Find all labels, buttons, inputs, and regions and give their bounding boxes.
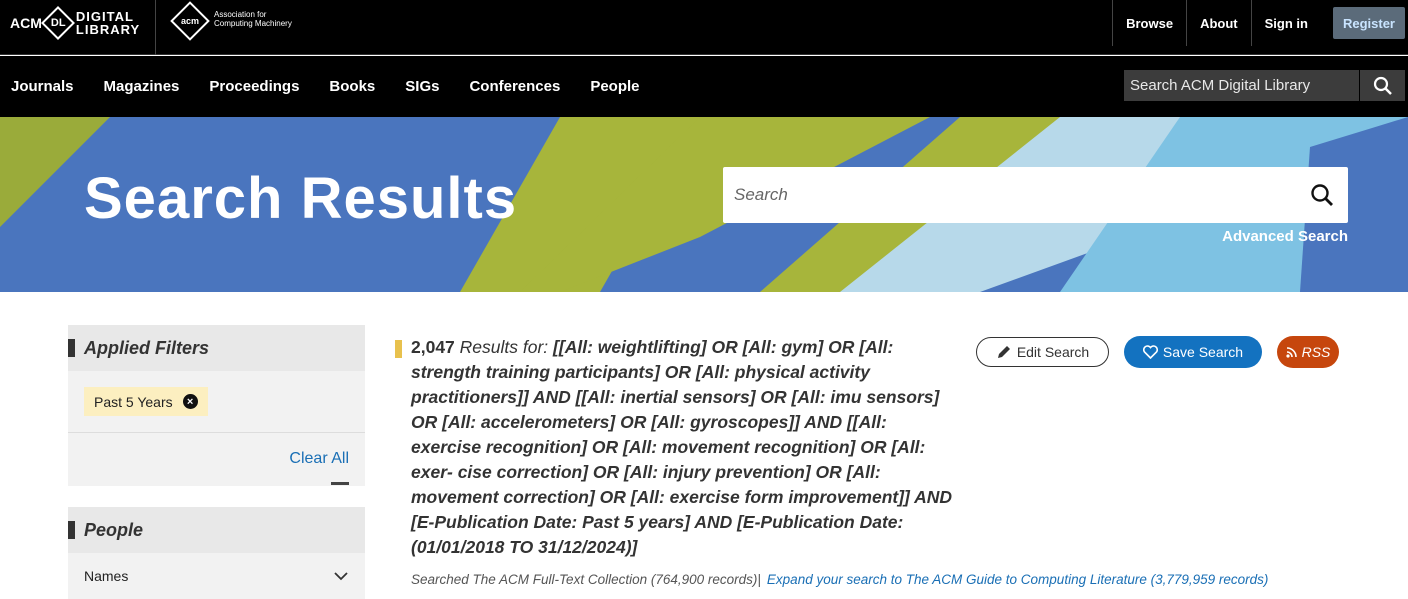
browse-link[interactable]: Browse [1112, 0, 1186, 46]
dl-diamond-icon: DL [40, 6, 75, 40]
top-nav: Browse About Sign in Register [1112, 0, 1408, 46]
nav-search-input[interactable]: Search ACM Digital Library [1124, 70, 1359, 101]
applied-filters-header: Applied Filters [68, 325, 365, 371]
close-icon[interactable]: × [182, 394, 198, 409]
expand-search-link[interactable]: Expand your search to The ACM Guide to C… [767, 572, 1269, 587]
search-banner: Search Results Search Advanced Search [0, 117, 1408, 292]
result-count: 2,047 [411, 337, 455, 357]
clear-all-link[interactable]: Clear All [289, 450, 349, 468]
applied-filters-panel: Applied Filters Past 5 Years × Clear All [68, 325, 365, 486]
search-icon [1373, 76, 1392, 95]
pencil-icon [996, 344, 1012, 360]
acm-diamond-icon: acm [170, 1, 210, 41]
collapse-handle[interactable] [331, 482, 349, 485]
main-nav: Journals Magazines Proceedings Books SIG… [0, 56, 1408, 117]
main-nav-links: Journals Magazines Proceedings Books SIG… [11, 56, 670, 117]
nav-sigs[interactable]: SIGs [405, 78, 439, 95]
rss-icon [1285, 346, 1297, 358]
searched-text: Searched The ACM Full-Text Collection (7… [411, 572, 761, 587]
divider [68, 432, 365, 433]
rss-button[interactable]: RSS [1277, 336, 1339, 368]
search-query: [[All: weightlifting] OR [All: gym] OR [… [411, 337, 952, 557]
names-facet[interactable]: Names [68, 553, 365, 599]
heart-icon [1142, 345, 1158, 359]
edit-search-label: Edit Search [1016, 344, 1090, 360]
results-for-label: Results for: [459, 337, 549, 357]
names-label: Names [84, 568, 129, 584]
applied-filters-title: Applied Filters [84, 337, 210, 358]
save-search-button[interactable]: Save Search [1124, 336, 1262, 368]
header-bar [68, 339, 75, 357]
logo-words: DIGITAL LIBRARY [76, 10, 140, 36]
nav-people[interactable]: People [590, 78, 639, 95]
signin-link[interactable]: Sign in [1250, 0, 1321, 46]
banner-search-input[interactable]: Search [723, 185, 1296, 205]
nav-books[interactable]: Books [329, 78, 375, 95]
result-marker [395, 340, 402, 358]
logo-dl-text: DL [50, 16, 66, 29]
nav-conferences[interactable]: Conferences [469, 78, 560, 95]
searched-collection: Searched The ACM Full-Text Collection (7… [411, 572, 1268, 587]
save-search-label: Save Search [1162, 344, 1244, 360]
people-title: People [84, 519, 144, 540]
banner-search[interactable]: Search [723, 167, 1348, 223]
people-header: People [68, 507, 365, 553]
page-title: Search Results [84, 166, 518, 231]
nav-search: Search ACM Digital Library [1124, 70, 1405, 101]
people-panel: People Names [68, 507, 365, 599]
chevron-down-icon [334, 572, 348, 581]
nav-search-button[interactable] [1359, 70, 1405, 101]
banner-search-button[interactable] [1296, 183, 1348, 207]
advanced-search-link[interactable]: Advanced Search [1222, 228, 1348, 245]
assoc-logo-text: acm [180, 15, 200, 26]
header-bar [68, 521, 75, 539]
rss-label: RSS [1301, 344, 1331, 360]
top-bar: ACM DL DIGITAL LIBRARY acm Association f… [0, 0, 1408, 55]
logo-separator [155, 0, 156, 55]
register-button[interactable]: Register [1332, 7, 1405, 39]
nav-journals[interactable]: Journals [11, 78, 74, 95]
nav-proceedings[interactable]: Proceedings [209, 78, 299, 95]
logo-acm-text: ACM [10, 15, 42, 31]
nav-magazines[interactable]: Magazines [104, 78, 180, 95]
logo-library-text: LIBRARY [75, 22, 141, 37]
acm-dl-logo[interactable]: ACM DL DIGITAL LIBRARY [10, 6, 140, 40]
filter-chip[interactable]: Past 5 Years × [84, 387, 208, 416]
search-icon [1311, 184, 1333, 206]
about-link[interactable]: About [1186, 0, 1251, 46]
acm-association-logo[interactable]: acm Association for Computing Machinery [170, 1, 294, 41]
result-summary: 2,047 Results for: [[All: weightlifting]… [411, 335, 959, 560]
assoc-text: Association for Computing Machinery [214, 10, 292, 28]
filter-chip-label: Past 5 Years [94, 393, 173, 410]
edit-search-button[interactable]: Edit Search [976, 337, 1109, 367]
